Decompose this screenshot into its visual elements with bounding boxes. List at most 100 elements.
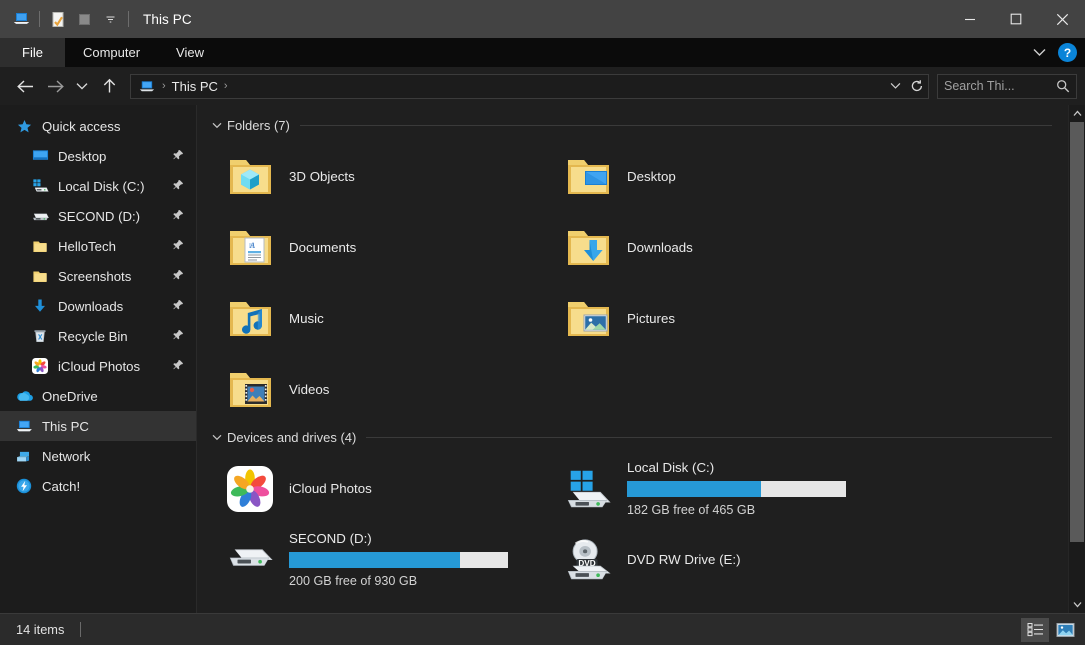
sidebar-item-this-pc[interactable]: This PC: [0, 411, 196, 441]
list-item[interactable]: Downloads: [547, 212, 885, 283]
sidebar-item-catch[interactable]: Catch!: [0, 471, 196, 501]
group-title: Devices and drives (4): [227, 430, 356, 445]
scroll-up-arrow-icon[interactable]: [1069, 105, 1085, 122]
sidebar-item-onedrive[interactable]: OneDrive: [0, 381, 196, 411]
list-item[interactable]: Pictures: [547, 283, 885, 354]
window-title: This PC: [143, 12, 192, 27]
breadcrumb[interactable]: › This PC ›: [130, 74, 929, 99]
folder-pictures-icon: [563, 294, 613, 344]
tab-file[interactable]: File: [0, 38, 65, 67]
help-button[interactable]: ?: [1058, 43, 1077, 62]
search-icon[interactable]: [1056, 79, 1070, 93]
sidebar-item-second-d[interactable]: SECOND (D:): [0, 201, 196, 231]
view-mode-buttons: [1021, 618, 1079, 642]
list-item[interactable]: ADocuments: [209, 212, 547, 283]
previous-locations-chevron-icon[interactable]: [884, 75, 906, 98]
pin-icon[interactable]: [172, 299, 184, 311]
pin-icon[interactable]: [172, 179, 184, 191]
list-item[interactable]: Desktop: [547, 141, 885, 212]
pin-icon[interactable]: [172, 149, 184, 161]
search-input[interactable]: [944, 79, 1056, 93]
sidebar-item-hellotech[interactable]: HelloTech: [0, 231, 196, 261]
sidebar-item-screenshots[interactable]: Screenshots: [0, 261, 196, 291]
breadcrumb-separator-1[interactable]: ›: [224, 80, 228, 92]
forward-button[interactable]: [40, 73, 70, 99]
new-folder-icon[interactable]: [72, 7, 96, 31]
sidebar-item-quick-access[interactable]: Quick access: [0, 111, 196, 141]
maximize-button[interactable]: [993, 0, 1039, 38]
breadcrumb-item-this-pc[interactable]: This PC: [172, 79, 218, 94]
catch-icon: [14, 477, 34, 495]
capacity-label: 200 GB free of 930 GB: [289, 574, 508, 588]
sidebar-item-network[interactable]: Network: [0, 441, 196, 471]
this-pc-icon[interactable]: [9, 7, 33, 31]
download-arrow-icon: [30, 297, 50, 315]
folder-desktop-icon: [563, 152, 613, 202]
chevron-down-icon[interactable]: [209, 122, 225, 129]
list-item-label: SECOND (D:): [289, 531, 508, 546]
up-button[interactable]: [94, 73, 124, 99]
list-item-body: Music: [289, 311, 324, 326]
list-item-label: Pictures: [627, 311, 675, 326]
pin-icon[interactable]: [172, 209, 184, 221]
list-item[interactable]: iCloud Photos: [209, 453, 547, 524]
list-item[interactable]: Local Disk (C:)182 GB free of 465 GB: [547, 453, 885, 524]
sidebar-item-recycle-bin[interactable]: Recycle Bin: [0, 321, 196, 351]
expand-ribbon-chevron-icon[interactable]: [1028, 42, 1050, 64]
sidebar-item-label: Catch!: [42, 479, 80, 494]
recent-locations-button[interactable]: [70, 73, 94, 99]
back-button[interactable]: [10, 73, 40, 99]
customize-chevron-icon[interactable]: [98, 7, 122, 31]
sidebar-item-label: SECOND (D:): [58, 209, 140, 224]
window-controls: [947, 0, 1085, 38]
sidebar-item-icloud-photos[interactable]: iCloud Photos: [0, 351, 196, 381]
file-list-pane: Folders (7) 3D Objects DesktopADocumentsDo…: [197, 105, 1085, 613]
pin-icon[interactable]: [172, 269, 184, 281]
pin-icon[interactable]: [172, 359, 184, 371]
group-header[interactable]: Folders (7): [205, 113, 1068, 137]
list-item[interactable]: Videos: [209, 354, 547, 425]
close-button[interactable]: [1039, 0, 1085, 38]
large-icons-view-button[interactable]: [1051, 618, 1079, 642]
pin-icon[interactable]: [172, 239, 184, 251]
list-item[interactable]: SECOND (D:) 200 GB free of 930 GB: [209, 524, 547, 595]
pin-icon[interactable]: [172, 329, 184, 341]
status-bar: 14 items: [0, 613, 1085, 645]
properties-icon[interactable]: [46, 7, 70, 31]
tab-computer[interactable]: Computer: [65, 38, 158, 67]
navigation-pane[interactable]: Quick accessDesktopLocal Disk (C:) SECOND…: [0, 105, 197, 613]
sidebar-item-local-disk-c[interactable]: Local Disk (C:): [0, 171, 196, 201]
sidebar-item-label: HelloTech: [58, 239, 116, 254]
sidebar-item-label: iCloud Photos: [58, 359, 140, 374]
list-item-label: DVD RW Drive (E:): [627, 552, 741, 567]
file-list-scroll-area: Folders (7) 3D Objects DesktopADocumentsDo…: [197, 105, 1068, 613]
scroll-down-arrow-icon[interactable]: [1069, 596, 1085, 613]
sidebar-item-desktop[interactable]: Desktop: [0, 141, 196, 171]
capacity-bar: [289, 552, 508, 568]
refresh-icon[interactable]: [906, 75, 928, 98]
group-header[interactable]: Devices and drives (4): [205, 425, 1068, 449]
list-item[interactable]: DVDDVD RW Drive (E:): [547, 524, 885, 595]
toolbar-separator-2: [128, 11, 129, 27]
folder-icon: [30, 237, 50, 255]
list-item-body: iCloud Photos: [289, 481, 372, 496]
chevron-down-icon[interactable]: [209, 434, 225, 441]
minimize-button[interactable]: [947, 0, 993, 38]
list-item-label: Music: [289, 311, 324, 326]
search-box[interactable]: [937, 74, 1077, 99]
list-item-label: iCloud Photos: [289, 481, 372, 496]
vertical-scrollbar[interactable]: [1068, 105, 1085, 613]
folder-3d-objects-icon: [225, 152, 275, 202]
sidebar-item-downloads[interactable]: Downloads: [0, 291, 196, 321]
sidebar-item-label: Downloads: [58, 299, 123, 314]
details-view-button[interactable]: [1021, 618, 1049, 642]
tab-view[interactable]: View: [158, 38, 222, 67]
list-item-body: Documents: [289, 240, 356, 255]
list-item[interactable]: Music: [209, 283, 547, 354]
list-item-label: 3D Objects: [289, 169, 355, 184]
onedrive-cloud-icon: [14, 387, 34, 405]
scrollbar-thumb[interactable]: [1070, 122, 1084, 542]
network-icon: [14, 447, 34, 465]
list-item[interactable]: 3D Objects: [209, 141, 547, 212]
capacity-bar-fill: [627, 481, 761, 497]
